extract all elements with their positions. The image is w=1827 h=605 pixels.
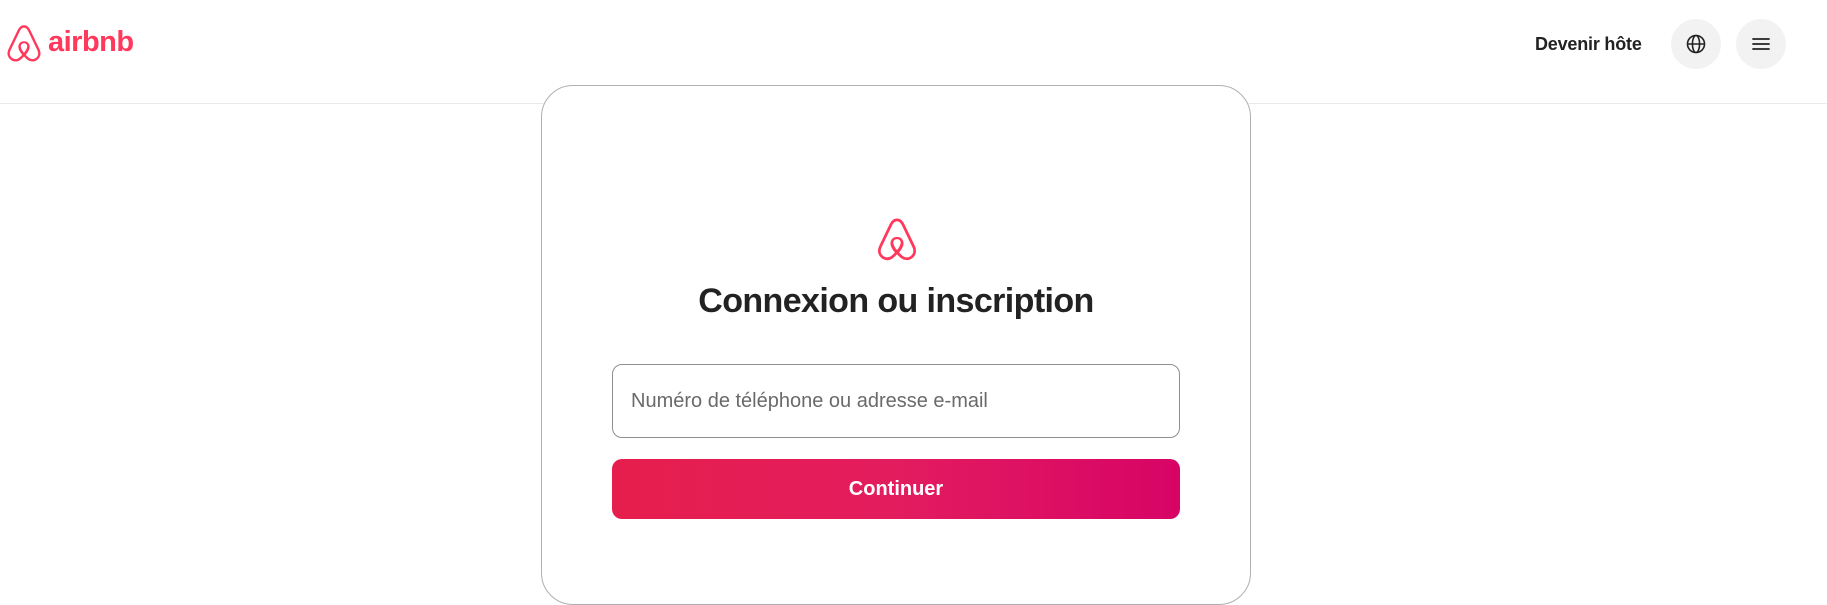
airbnb-logo-link[interactable]: airbnb [4,22,134,66]
hamburger-menu-icon [1752,38,1770,50]
airbnb-logo-icon [7,25,41,62]
logo-wordmark: airbnb [48,25,134,58]
phone-or-email-input[interactable] [613,365,1179,437]
continue-button[interactable]: Continuer [612,459,1180,519]
language-button[interactable] [1671,19,1721,69]
main-menu-button[interactable] [1736,19,1786,69]
contact-field-wrapper [612,364,1180,438]
become-host-link[interactable]: Devenir hôte [1535,32,1642,56]
login-card: Connexion ou inscription Continuer [541,85,1251,605]
login-title: Connexion ou inscription [698,282,1094,320]
globe-icon [1686,34,1706,54]
airbnb-logo-icon [878,218,916,261]
